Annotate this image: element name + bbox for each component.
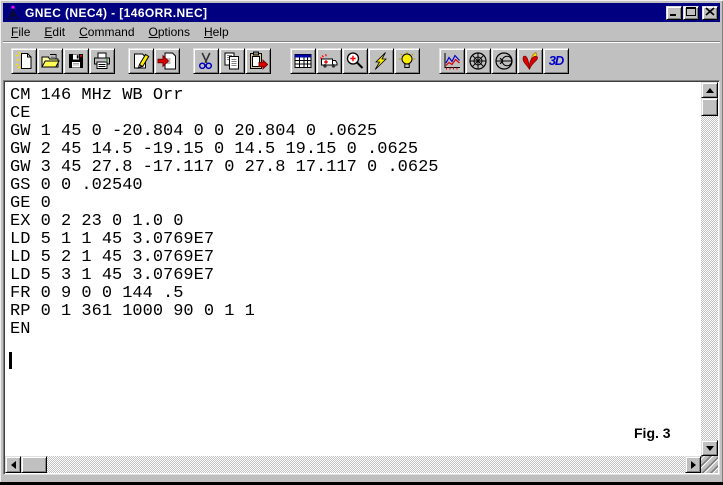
print-button[interactable] <box>89 48 115 74</box>
toolbar-group-4 <box>290 48 420 74</box>
3d-text-icon: 3D <box>549 53 564 68</box>
horizontal-scroll-thumb[interactable] <box>21 456 47 473</box>
menu-options[interactable]: Options <box>142 24 197 40</box>
run-button[interactable] <box>368 48 394 74</box>
vertical-scroll-thumb[interactable] <box>701 98 718 116</box>
window-controls <box>666 6 718 20</box>
menu-bar: FileEditCommandOptionsHelp <box>3 23 720 41</box>
copy-button[interactable] <box>219 48 245 74</box>
import-file-button[interactable] <box>154 48 180 74</box>
import-arrow-icon <box>157 51 177 71</box>
floppy-disk-icon <box>66 51 86 71</box>
toolbar: 3D <box>3 41 720 79</box>
line-chart-icon <box>442 51 462 71</box>
paste-button[interactable] <box>245 48 271 74</box>
editor-text: CM 146 MHz WB Orr CE GW 1 45 0 -20.804 0… <box>6 83 700 339</box>
maximize-icon <box>685 5 697 20</box>
application-window: GNEC (NEC4) - [146ORR.NEC] FileEditComma… <box>0 0 723 485</box>
smith-chart-icon <box>494 51 514 71</box>
clipboard-paste-icon <box>248 51 268 71</box>
edit-pencil-icon <box>131 51 151 71</box>
vertical-scrollbar[interactable] <box>701 82 718 456</box>
geometry-check-button[interactable] <box>316 48 342 74</box>
table-grid-icon <box>293 51 313 71</box>
scissors-icon <box>196 51 216 71</box>
pattern-3d-button[interactable] <box>517 48 543 74</box>
resize-grip[interactable] <box>701 456 718 473</box>
toolbar-group-2 <box>128 48 180 74</box>
scroll-down-button[interactable] <box>701 440 718 456</box>
table-view-button[interactable] <box>290 48 316 74</box>
text-editor[interactable]: CM 146 MHz WB Orr CE GW 1 45 0 -20.804 0… <box>6 83 700 455</box>
title-bar[interactable]: GNEC (NEC4) - [146ORR.NEC] <box>3 3 720 22</box>
minimize-button[interactable] <box>666 6 682 20</box>
arrow-right-icon <box>691 461 696 469</box>
close-icon <box>704 5 716 20</box>
scroll-left-button[interactable] <box>5 456 21 473</box>
save-file-button[interactable] <box>63 48 89 74</box>
copy-pages-icon <box>222 51 242 71</box>
window-title: GNEC (NEC4) - [146ORR.NEC] <box>25 6 662 20</box>
open-folder-icon <box>40 51 60 71</box>
scroll-up-button[interactable] <box>701 82 718 98</box>
horizontal-scrollbar[interactable] <box>5 456 701 473</box>
printer-icon <box>92 51 112 71</box>
ambulance-icon <box>319 51 339 71</box>
light-bulb-icon <box>397 51 417 71</box>
magnifier-plus-icon <box>345 51 365 71</box>
new-file-button[interactable] <box>11 48 37 74</box>
lightning-bolt-icon <box>371 51 391 71</box>
menu-command[interactable]: Command <box>72 24 141 40</box>
arrow-left-icon <box>11 461 16 469</box>
open-file-button[interactable] <box>37 48 63 74</box>
editor-client-area: CM 146 MHz WB Orr CE GW 1 45 0 -20.804 0… <box>3 80 720 475</box>
toolbar-group-1 <box>11 48 115 74</box>
edit-deck-button[interactable] <box>128 48 154 74</box>
toolbar-group-3 <box>193 48 271 74</box>
menu-help[interactable]: Help <box>197 24 236 40</box>
arrow-down-icon <box>706 446 714 451</box>
line-plot-button[interactable] <box>439 48 465 74</box>
scroll-right-button[interactable] <box>685 456 701 473</box>
text-cursor <box>9 352 12 369</box>
maximize-button[interactable] <box>683 6 699 20</box>
view-3d-button[interactable]: 3D <box>543 48 569 74</box>
antenna-tower-icon <box>5 5 21 21</box>
arrow-up-icon <box>706 88 714 93</box>
minimize-icon <box>668 5 680 20</box>
hints-button[interactable] <box>394 48 420 74</box>
pattern-lobes-icon <box>520 51 540 71</box>
polar-plot-button[interactable] <box>465 48 491 74</box>
new-file-icon <box>14 51 34 71</box>
menu-edit[interactable]: Edit <box>37 24 72 40</box>
polar-grid-icon <box>468 51 488 71</box>
cut-button[interactable] <box>193 48 219 74</box>
toolbar-group-5: 3D <box>439 48 569 74</box>
zoom-button[interactable] <box>342 48 368 74</box>
close-button[interactable] <box>702 6 718 20</box>
menu-file[interactable]: File <box>4 24 37 40</box>
figure-label: Fig. 3 <box>634 425 671 441</box>
smith-chart-button[interactable] <box>491 48 517 74</box>
